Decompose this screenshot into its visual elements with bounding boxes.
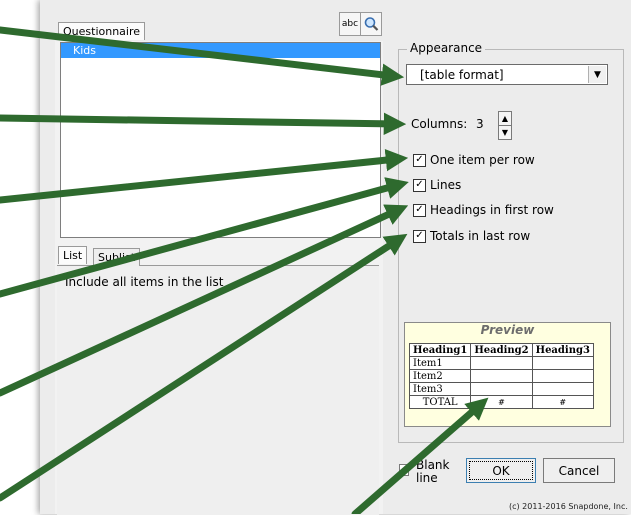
arrow-to-format-select bbox=[0, 26, 405, 86]
annotation-arrows bbox=[0, 26, 489, 514]
arrow-to-one-item-per-row bbox=[0, 149, 409, 204]
arrow-to-columns bbox=[0, 112, 407, 136]
arrow-to-preview bbox=[351, 397, 489, 514]
